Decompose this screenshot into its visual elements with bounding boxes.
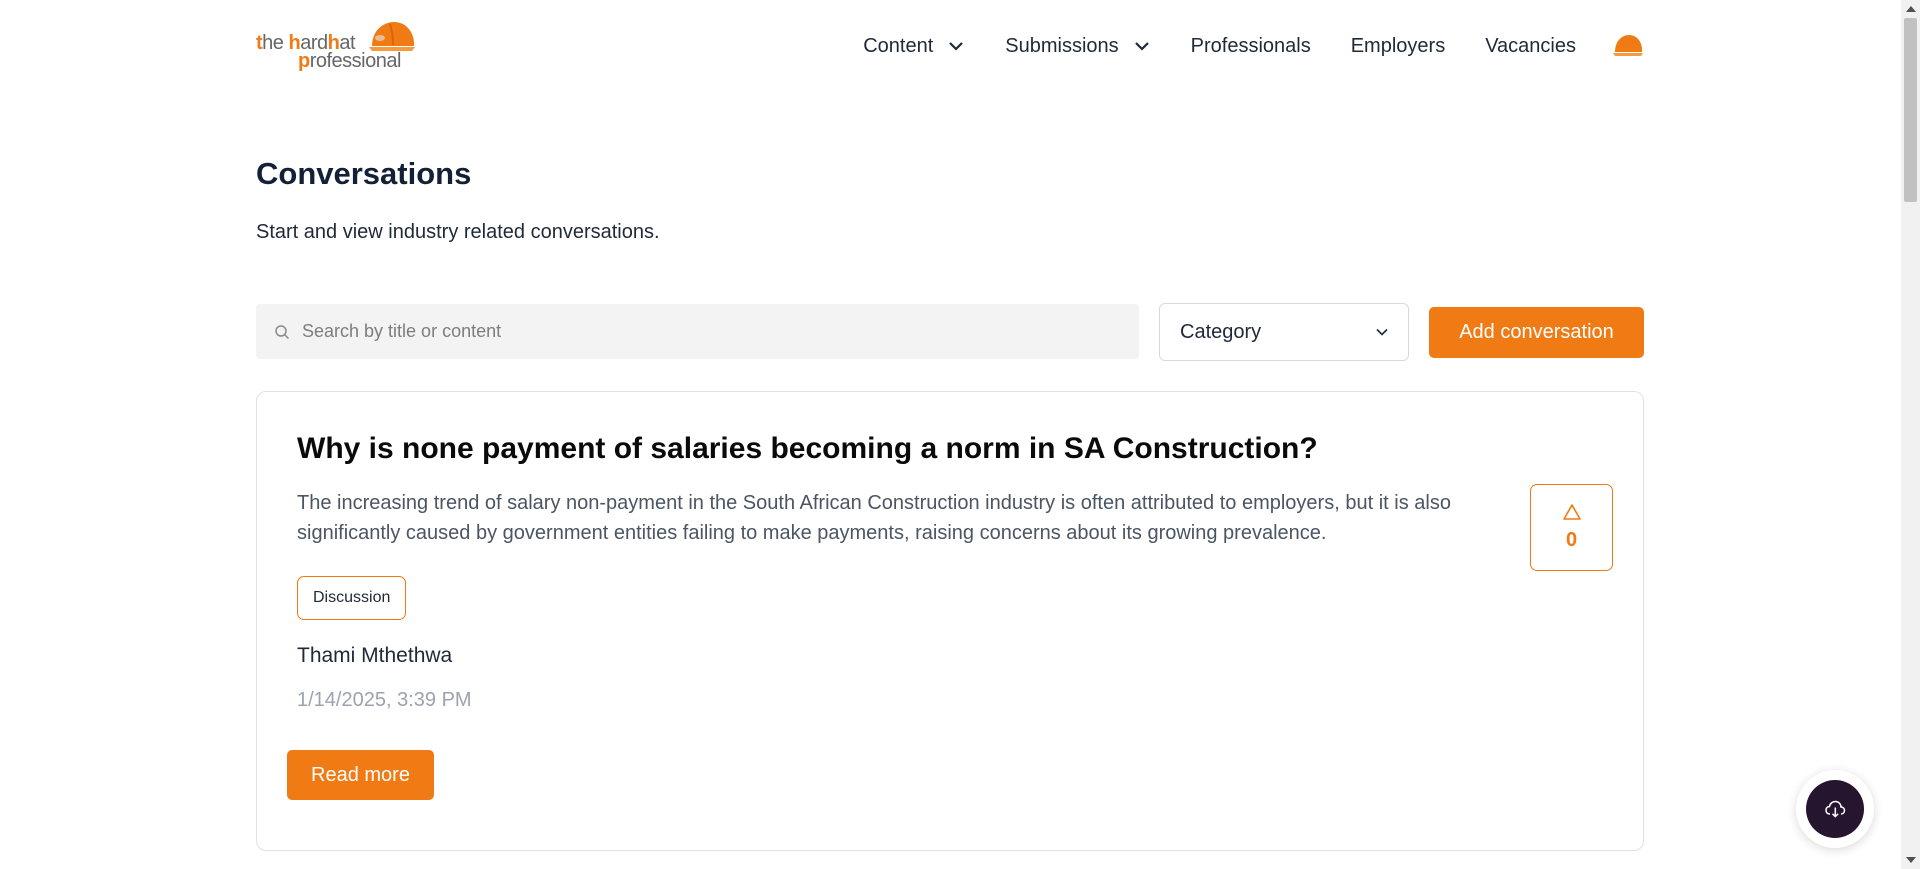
category-tag: Discussion — [297, 576, 407, 620]
nav-label: Professionals — [1190, 34, 1311, 57]
conversation-excerpt: The increasing trend of salary non-payme… — [297, 492, 1451, 544]
category-select-value: Category — [1180, 320, 1262, 343]
site-header: the hardhat professional Content Submiss… — [256, 0, 1644, 90]
vote-count: 0 — [1565, 529, 1578, 551]
page-subtitle: Start and view industry related conversa… — [256, 221, 660, 243]
search-box[interactable] — [256, 304, 1139, 359]
nav-professionals-link[interactable]: Professionals — [1191, 35, 1311, 58]
nav-vacancies-link[interactable]: Vacancies — [1485, 35, 1576, 58]
download-fab-container — [1796, 770, 1874, 848]
chevron-down-icon — [1376, 328, 1388, 336]
nav-label: Submissions — [1005, 34, 1119, 57]
post-timestamp: 1/14/2025, 3:39 PM — [297, 689, 472, 711]
hardhat-logo-icon — [369, 22, 415, 51]
nav-label: Employers — [1350, 34, 1446, 57]
site-logo[interactable]: the hardhat professional — [256, 20, 418, 74]
nav-content-menu[interactable]: Content — [863, 35, 965, 58]
nav-label: Vacancies — [1485, 34, 1576, 57]
conversation-card: Why is none payment of salaries becoming… — [256, 391, 1644, 851]
conversation-title[interactable]: Why is none payment of salaries becoming… — [297, 432, 1318, 466]
add-conversation-button[interactable]: Add conversation — [1429, 307, 1644, 358]
category-select[interactable]: Category — [1159, 303, 1409, 361]
search-input[interactable] — [302, 321, 1102, 342]
nav-label: Content — [863, 34, 934, 57]
page-title: Conversations — [256, 156, 472, 191]
nav-submissions-menu[interactable]: Submissions — [1005, 35, 1150, 58]
scroll-up-arrow-icon[interactable] — [1906, 6, 1916, 12]
main-nav: Content Submissions Professionals Employ… — [863, 28, 1644, 64]
upvote-button[interactable]: 0 — [1530, 484, 1613, 571]
chevron-down-icon — [1134, 42, 1149, 51]
search-icon — [275, 324, 290, 339]
chevron-down-icon — [949, 42, 964, 51]
hardhat-avatar-icon[interactable] — [1612, 33, 1644, 59]
read-more-button[interactable]: Read more — [287, 750, 434, 800]
page-scrollbar[interactable] — [1901, 0, 1920, 869]
download-fab-button[interactable] — [1806, 780, 1864, 838]
triangle-up-icon — [1562, 504, 1581, 520]
nav-employers-link[interactable]: Employers — [1351, 35, 1445, 58]
author-name: Thami Mthethwa — [297, 644, 453, 667]
cloud-download-icon — [1825, 800, 1846, 818]
scrollbar-thumb[interactable] — [1904, 18, 1917, 202]
scroll-down-arrow-icon[interactable] — [1906, 857, 1916, 863]
